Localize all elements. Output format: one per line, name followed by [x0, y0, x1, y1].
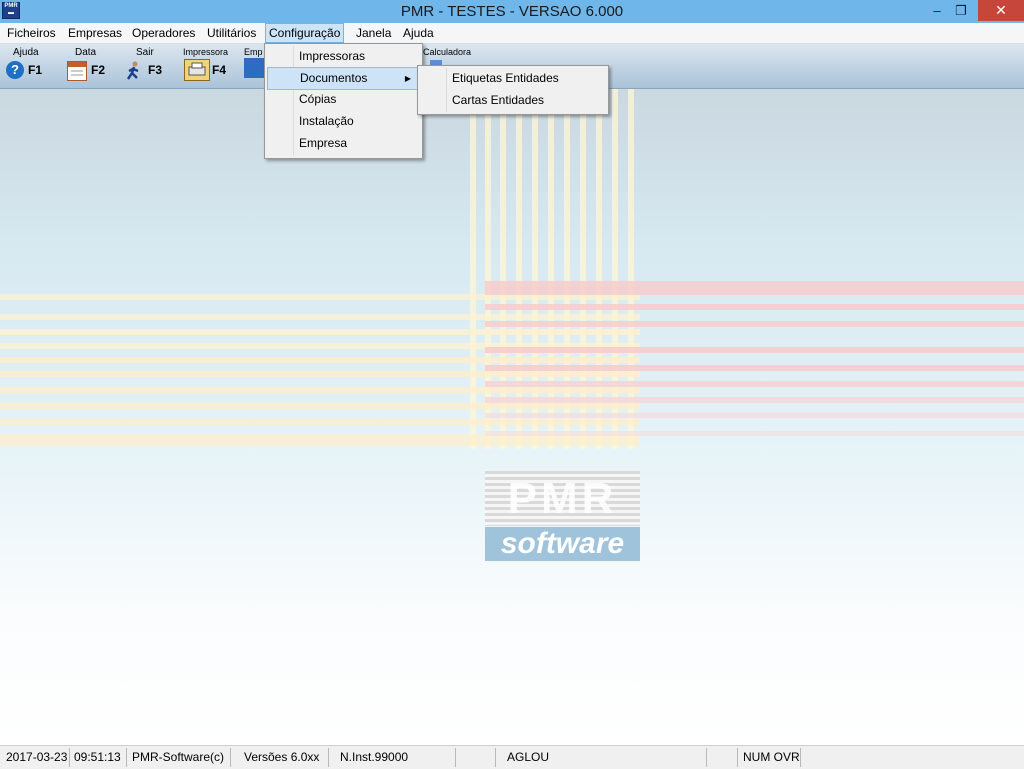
exit-runner-icon [125, 61, 143, 80]
status-separator [455, 748, 456, 767]
menu-item-instalacao[interactable]: Instalação [267, 111, 420, 132]
menu-item-label: Cópias [299, 92, 337, 106]
toolbar-date-button[interactable]: Data F2 [64, 44, 114, 88]
pmr-software-logo: PMR software [485, 471, 640, 561]
menu-item-label: Instalação [299, 114, 354, 128]
bg-stripe [628, 89, 634, 449]
bg-stripe [516, 89, 522, 449]
bg-stripe [0, 419, 640, 425]
menu-janela[interactable]: Janela [353, 25, 394, 41]
bg-stripe [485, 381, 1024, 387]
bg-stripe [500, 89, 506, 449]
menu-item-label: Impressoras [299, 49, 366, 63]
toolbar-help-label: Ajuda [13, 47, 39, 58]
toolbar-exit-button[interactable]: Sair F3 [124, 44, 170, 88]
status-separator [495, 748, 496, 767]
status-separator [69, 748, 70, 767]
menu-item-cartas-entidades[interactable]: Cartas Entidades [420, 90, 606, 111]
bg-stripe [0, 371, 640, 377]
help-icon: ? [6, 61, 24, 79]
menu-item-label: Etiquetas Entidades [452, 71, 559, 85]
menu-utilitarios[interactable]: Utilitários [204, 25, 259, 41]
bg-stripe [612, 89, 618, 449]
toolbar-date-label: Data [75, 47, 97, 58]
menu-item-etiquetas-entidades[interactable]: Etiquetas Entidades [420, 68, 606, 89]
toolbar-help-button[interactable]: Ajuda ? F1 [4, 44, 54, 88]
desktop-background: PMR software [0, 89, 1024, 744]
documentos-submenu: Etiquetas Entidades Cartas Entidades [417, 65, 609, 115]
bg-stripe [0, 403, 640, 409]
configuracao-menu: Impressoras Documentos ▶ Cópias Instalaç… [264, 43, 423, 159]
printer-icon [184, 59, 210, 81]
toolbar-help-key: F1 [28, 63, 43, 77]
logo-brand: PMR [507, 474, 618, 523]
bg-stripe [470, 89, 476, 449]
bg-stripe [0, 314, 640, 320]
status-separator [230, 748, 231, 767]
toolbar-date-key: F2 [91, 63, 106, 77]
submenu-arrow-icon: ▶ [404, 74, 411, 83]
menu-item-label: Documentos [300, 71, 368, 85]
bg-stripe [485, 431, 1024, 436]
bg-stripe [580, 89, 586, 449]
menu-item-label: Empresa [299, 136, 348, 150]
bg-stripe [485, 321, 1024, 327]
menu-ajuda[interactable]: Ajuda [400, 25, 437, 41]
status-separator [706, 748, 707, 767]
status-separator [126, 748, 127, 767]
calendar-icon [67, 61, 87, 81]
toolbar-exit-key: F3 [148, 63, 163, 77]
close-button[interactable]: ✕ [978, 0, 1024, 21]
toolbar-printer-button[interactable]: Impressora F4 [181, 44, 231, 88]
status-separator [328, 748, 329, 767]
status-separator [800, 748, 801, 767]
toolbar-exit-label: Sair [136, 47, 154, 58]
bg-stripe [485, 397, 1024, 403]
bg-stripe [532, 89, 538, 449]
bg-stripe [0, 329, 640, 335]
menu-configuracao[interactable]: Configuração [265, 23, 345, 43]
status-version: Versões 6.0xx [244, 750, 320, 764]
toolbar-company-button[interactable]: Emp [242, 44, 264, 88]
bg-stripe [564, 89, 570, 449]
bg-stripe [485, 413, 1024, 418]
status-date: 2017-03-23 [6, 750, 68, 764]
bg-stripe [485, 365, 1024, 371]
menu-item-empresa[interactable]: Empresa [267, 133, 420, 154]
bg-stripe [485, 89, 491, 449]
status-company: PMR-Software(c) [132, 750, 225, 764]
company-icon [244, 58, 264, 78]
toolbar-printer-label: Impressora [183, 47, 229, 57]
status-bar: 2017-03-23 09:51:13 PMR-Software(c) Vers… [0, 745, 1024, 769]
restore-button[interactable]: ❐ [946, 0, 976, 21]
bg-stripe [0, 357, 640, 363]
menu-bar: Ficheiros Empresas Operadores Utilitário… [0, 23, 1024, 44]
menu-empresas[interactable]: Empresas [65, 25, 125, 41]
status-keys: NUM OVR [743, 750, 800, 764]
title-bar: PMR ▬ PMR - TESTES - VERSAO 6.000 – ❐ ✕ [0, 0, 1024, 23]
toolbar-company-label: Emp [244, 47, 263, 57]
menu-item-documentos[interactable]: Documentos ▶ [267, 67, 420, 90]
status-separator [737, 748, 738, 767]
bg-stripe [485, 347, 1024, 353]
toolbar-calculator-label: Calculadora [423, 47, 472, 57]
menu-item-copias[interactable]: Cópias [267, 89, 420, 110]
bg-stripe [485, 304, 1024, 310]
logo-tagline: software [485, 527, 640, 561]
toolbar-printer-key: F4 [212, 63, 227, 77]
menu-item-impressoras[interactable]: Impressoras [267, 46, 420, 67]
bg-stripe [596, 89, 602, 449]
status-user: AGLOU [507, 750, 550, 764]
bg-stripe [548, 89, 554, 449]
status-installation: N.Inst.99000 [340, 750, 409, 764]
window-title: PMR - TESTES - VERSAO 6.000 [400, 3, 624, 20]
menu-item-label: Cartas Entidades [452, 93, 545, 107]
bg-stripe [485, 281, 1024, 295]
status-time: 09:51:13 [74, 750, 121, 764]
bg-stripe [0, 387, 640, 393]
menu-ficheiros[interactable]: Ficheiros [4, 25, 59, 41]
menu-operadores[interactable]: Operadores [129, 25, 198, 41]
